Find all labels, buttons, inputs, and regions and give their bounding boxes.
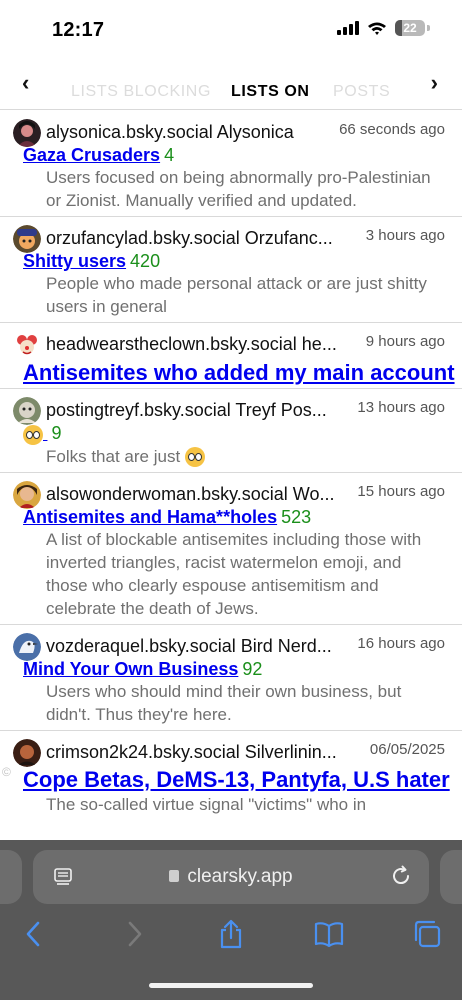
member-count: 9	[51, 423, 62, 443]
list-entry: alysonica.bsky.social Alysonica 66 secon…	[0, 111, 462, 217]
author-handle[interactable]: alysonica.bsky.social Alysonica	[46, 122, 294, 143]
url-display: clearsky.app	[33, 866, 429, 888]
eye-roll-emoji-icon	[23, 424, 43, 445]
entry-header: postingtreyf.bsky.social Treyf Pos... 13…	[0, 395, 462, 425]
forward-icon[interactable]	[118, 918, 150, 950]
avatar[interactable]	[13, 738, 41, 767]
list-name-link[interactable]: Antisemites and Hama**holes	[23, 507, 277, 527]
tabs-header: ‹ LISTS BLOCKING LISTS ON POSTS ›	[0, 60, 462, 110]
author-handle[interactable]: alsowonderwoman.bsky.social Wo...	[46, 484, 334, 505]
url-text: clearsky.app	[187, 866, 293, 887]
list-description: Users who should mind their own business…	[46, 681, 402, 724]
back-icon[interactable]	[18, 918, 50, 950]
next-tab-preview[interactable]	[440, 850, 462, 904]
lists-on-feed: alysonica.bsky.social Alysonica 66 secon…	[0, 111, 462, 840]
list-name-link[interactable]: Antisemites who added my main account	[23, 360, 455, 385]
timestamp: 15 hours ago	[357, 482, 445, 500]
battery-fill	[395, 20, 402, 36]
entry-header: crimson2k24.bsky.social Silverlinin... 0…	[0, 737, 462, 767]
author-handle[interactable]: postingtreyf.bsky.social Treyf Pos...	[46, 400, 327, 421]
battery-level: 22	[403, 21, 417, 35]
entry-header: alsowonderwoman.bsky.social Wo... 15 hou…	[0, 479, 462, 509]
avatar[interactable]	[13, 225, 41, 253]
list-description: The so-called virtue signal "victims" wh…	[46, 794, 367, 814]
lock-icon	[169, 870, 180, 882]
list-description: People who made personal attack or are j…	[46, 274, 427, 316]
list-name-link[interactable]: Shitty users	[23, 251, 126, 271]
list-title-line: Antisemites and Hama**holes 523	[0, 507, 462, 528]
list-entry: headwearstheclown.bsky.social he... 9 ho…	[0, 323, 462, 389]
tab-lists-blocking[interactable]: LISTS BLOCKING	[71, 83, 211, 101]
next-tab-arrow-icon[interactable]: ›	[431, 70, 438, 96]
timestamp: 3 hours ago	[365, 227, 445, 244]
avatar[interactable]	[13, 632, 41, 661]
list-title-line: 9	[0, 423, 462, 445]
timestamp: 06/05/2025	[369, 740, 445, 758]
list-entry: vozderaquel.bsky.social Bird Nerd... 16 …	[0, 625, 462, 731]
bookmarks-icon[interactable]	[313, 918, 345, 950]
tab-posts[interactable]: POSTS	[333, 83, 390, 101]
member-count: 92	[242, 658, 263, 679]
list-entry: alsowonderwoman.bsky.social Wo... 15 hou…	[0, 473, 462, 625]
status-bar: 12:17 22	[0, 0, 462, 60]
entry-header: vozderaquel.bsky.social Bird Nerd... 16 …	[0, 631, 462, 661]
battery-icon: 22	[395, 20, 425, 36]
wifi-icon	[368, 22, 386, 35]
home-indicator	[149, 983, 313, 988]
tab-lists-on[interactable]: LISTS ON	[231, 83, 310, 101]
list-name-link[interactable]: Cope Betas, DeMS-13, Pantyfa, U.S hater	[23, 767, 450, 792]
member-count: 420	[130, 251, 161, 271]
browser-chrome: clearsky.app	[0, 840, 462, 1000]
author-handle[interactable]: crimson2k24.bsky.social Silverlinin...	[46, 742, 337, 763]
status-icons: 22	[337, 20, 430, 36]
list-description: Folks that are just	[0, 445, 462, 468]
list-name-link[interactable]: Mind Your Own Business	[23, 659, 238, 679]
timestamp: 9 hours ago	[365, 333, 445, 350]
cellular-signal-icon	[337, 21, 359, 35]
previous-tab-preview[interactable]	[0, 850, 22, 904]
share-icon[interactable]	[215, 918, 247, 950]
entry-header: alysonica.bsky.social Alysonica 66 secon…	[0, 117, 462, 147]
list-description: Users focused on being abnormally pro-Pa…	[46, 168, 431, 210]
timestamp: 66 seconds ago	[339, 121, 445, 138]
tabs-icon[interactable]	[411, 918, 443, 950]
status-time: 12:17	[52, 19, 105, 41]
list-name-link[interactable]: Gaza Crusaders	[23, 145, 160, 165]
member-count: 523	[281, 506, 312, 527]
battery-nub	[427, 25, 430, 31]
avatar[interactable]	[13, 119, 41, 147]
list-description-text: Folks that are just	[46, 446, 181, 466]
author-handle[interactable]: vozderaquel.bsky.social Bird Nerd...	[46, 636, 332, 657]
timestamp: 13 hours ago	[357, 399, 445, 416]
entry-header: orzufancylad.bsky.social Orzufanc... 3 h…	[0, 223, 462, 253]
address-bar[interactable]: clearsky.app	[33, 850, 429, 904]
list-title-line: Shitty users 420	[0, 251, 462, 272]
timestamp: 16 hours ago	[357, 634, 445, 652]
list-entry: © crimson2k24.bsky.social Silverlinin...…	[0, 731, 462, 820]
reload-icon[interactable]	[389, 864, 413, 888]
list-title-line: Mind Your Own Business 92	[0, 659, 462, 680]
entry-header: headwearstheclown.bsky.social he... 9 ho…	[0, 329, 462, 359]
list-title-line: Cope Betas, DeMS-13, Pantyfa, U.S hater	[0, 765, 462, 793]
list-title-line: Antisemites who added my main account	[0, 357, 462, 386]
avatar[interactable]	[13, 397, 41, 425]
avatar[interactable]	[13, 480, 41, 509]
screen: 12:17 22 ‹ LISTS BLOCKING LISTS ON POSTS…	[0, 0, 462, 1000]
browser-toolbar	[0, 918, 462, 958]
member-count: 4	[164, 145, 175, 165]
list-name-link[interactable]	[23, 424, 47, 445]
list-entry: orzufancylad.bsky.social Orzufanc... 3 h…	[0, 217, 462, 323]
previous-tab-arrow-icon[interactable]: ‹	[22, 70, 29, 96]
avatar[interactable]	[13, 331, 41, 359]
author-handle[interactable]: orzufancylad.bsky.social Orzufanc...	[46, 228, 333, 249]
list-description: A list of blockable antisemites includin…	[46, 529, 422, 618]
list-title-line: Gaza Crusaders 4	[0, 145, 462, 166]
author-handle[interactable]: headwearstheclown.bsky.social he...	[46, 334, 337, 355]
list-entry: postingtreyf.bsky.social Treyf Pos... 13…	[0, 389, 462, 473]
eye-roll-emoji-icon	[184, 447, 205, 468]
